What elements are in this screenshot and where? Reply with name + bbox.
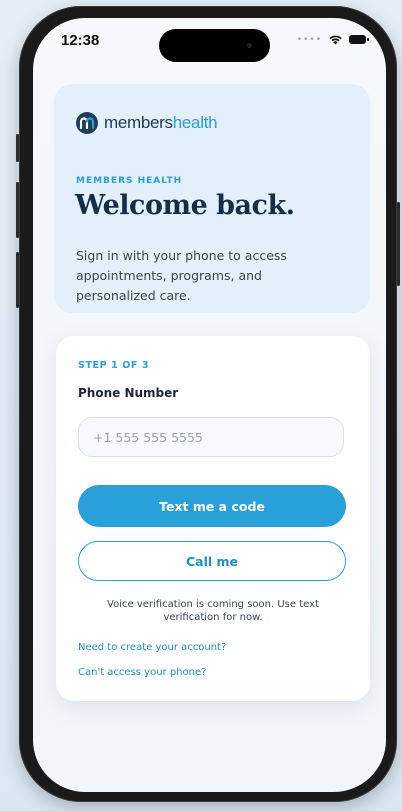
brand-wordmark-health: health	[172, 113, 218, 132]
members-health-logo-icon	[76, 112, 98, 134]
brand-wordmark-members: members	[104, 113, 173, 132]
step-indicator: STEP 1 OF 3	[78, 360, 150, 371]
phone-number-label: Phone Number	[78, 386, 179, 400]
hero-subtitle: Sign in with your phone to access appoin…	[76, 248, 287, 303]
status-time: 12:38	[61, 32, 100, 49]
power-button	[397, 202, 400, 286]
call-me-button[interactable]: Call me	[78, 541, 346, 581]
brand-logo: membershealth	[75, 111, 218, 135]
phone-number-input[interactable]	[78, 417, 344, 457]
dynamic-island	[159, 29, 270, 62]
camera-dot-icon	[247, 43, 252, 48]
hero-eyebrow: MEMBERS HEALTH	[76, 176, 183, 186]
wifi-icon	[329, 35, 342, 45]
app-screen: 12:38 •••• membershealth MEMBERS HEALTH …	[33, 18, 386, 792]
brand-wordmark: membershealth	[104, 113, 218, 133]
page-title: Welcome back.	[75, 190, 295, 221]
text-me-code-button[interactable]: Text me a code	[78, 485, 346, 527]
volume-up-button	[16, 182, 19, 238]
cant-access-phone-link[interactable]: Can't access your phone?	[78, 667, 206, 678]
create-account-link[interactable]: Need to create your account?	[78, 642, 226, 653]
welcome-hero: membershealth MEMBERS HEALTH Welcome bac…	[54, 84, 370, 313]
signal-dots-icon: ••••	[296, 34, 322, 45]
status-icons: ••••	[296, 34, 369, 45]
status-bar: 12:38 ••••	[33, 18, 386, 68]
battery-icon	[349, 35, 369, 44]
volume-down-button	[16, 252, 19, 308]
voice-verification-note: Voice verification is coming soon. Use t…	[107, 599, 319, 623]
mute-switch	[16, 134, 19, 162]
sign-in-card: STEP 1 OF 3 Phone Number Text me a code …	[56, 336, 370, 701]
